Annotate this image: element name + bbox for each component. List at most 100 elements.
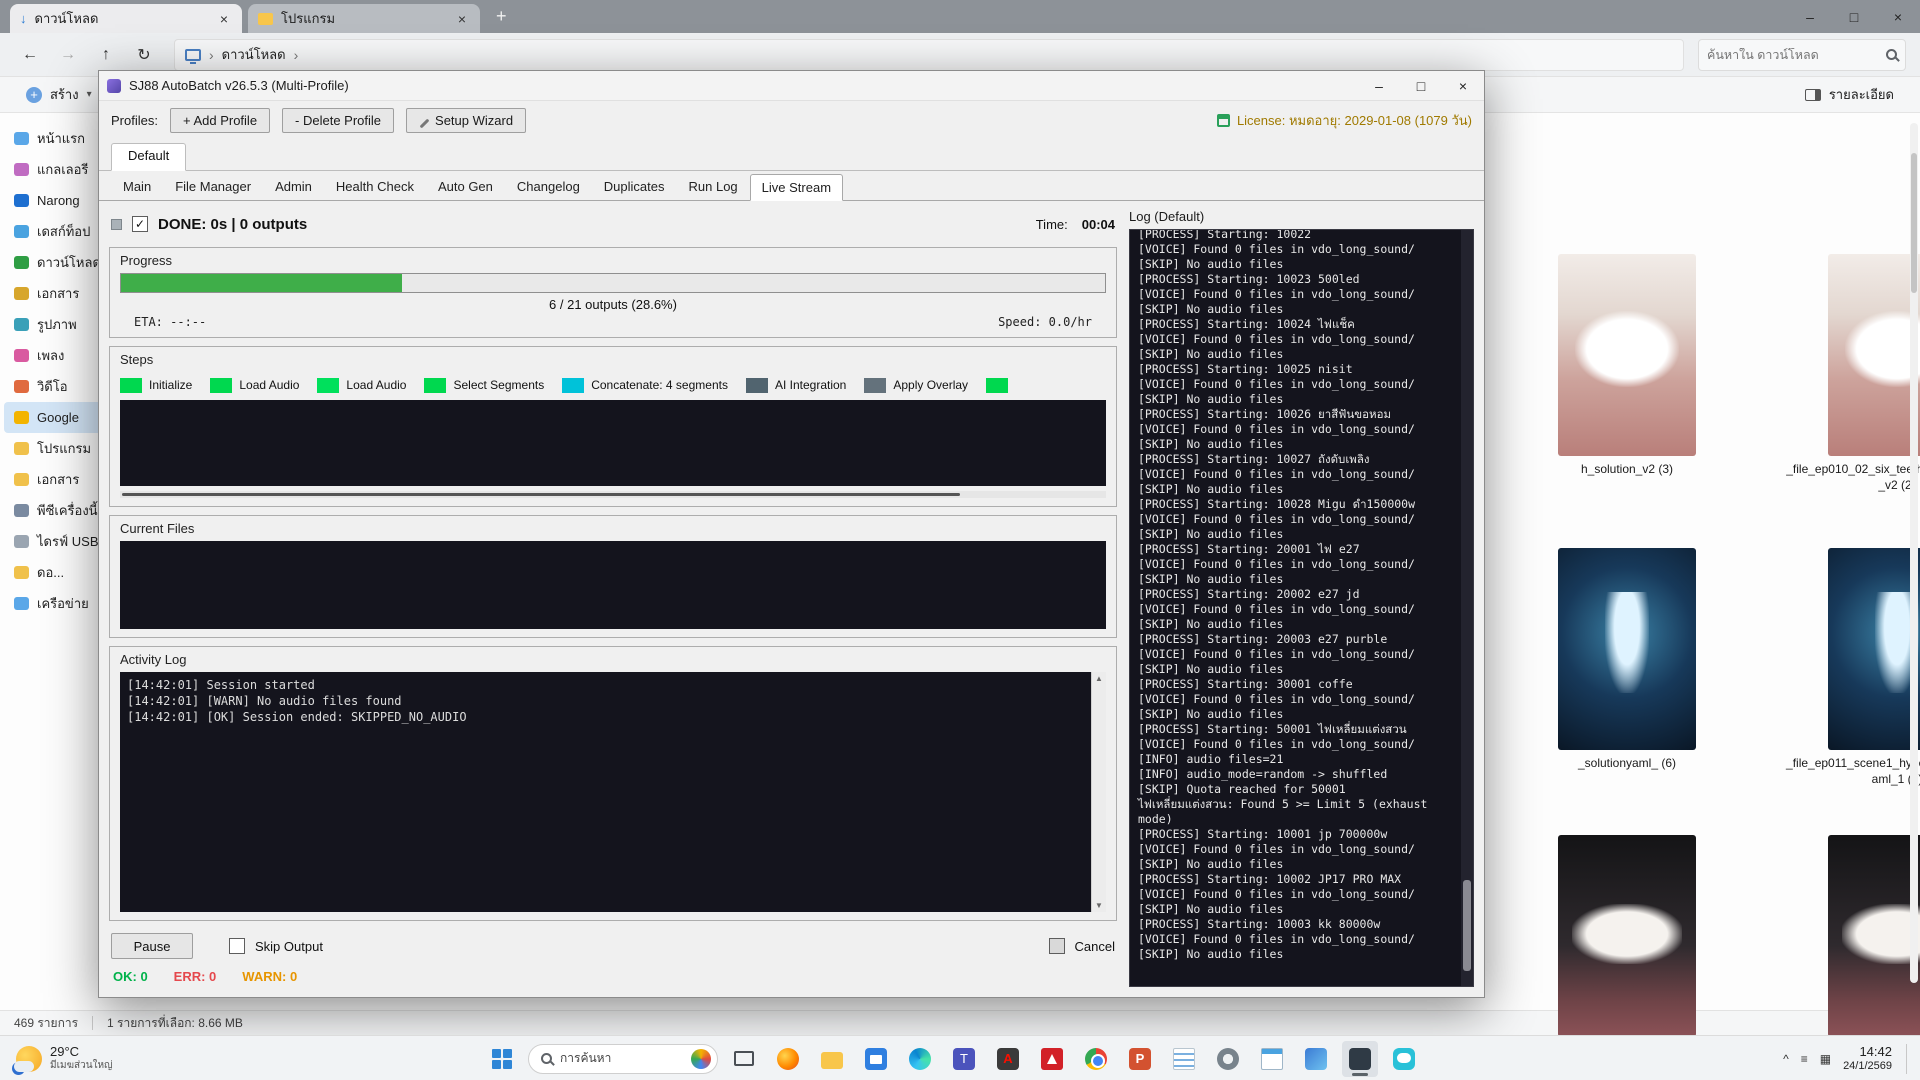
taskbar-powerpoint-button[interactable]: P: [1122, 1041, 1158, 1077]
close-tab-icon[interactable]: ×: [454, 11, 470, 27]
weather-widget[interactable]: 2 29°C มีเมฆส่วนใหญ่: [8, 1036, 121, 1080]
setup-wizard-button[interactable]: Setup Wizard: [406, 108, 526, 133]
taskbar-notepad-button[interactable]: [1254, 1041, 1290, 1077]
tray-app-icon[interactable]: ▦: [1820, 1052, 1831, 1066]
activity-log-console[interactable]: [14:42:01] Session started[14:42:01] [WA…: [120, 672, 1091, 912]
scrollbar-thumb[interactable]: [122, 493, 960, 496]
show-desktop-button[interactable]: [1906, 1044, 1910, 1074]
activity-log-group: Activity Log [14:42:01] Session started[…: [109, 646, 1117, 921]
log-line: [SKIP] No audio files: [1138, 947, 1453, 962]
cancel-checkbox[interactable]: [1049, 938, 1065, 954]
tab-file-manager[interactable]: File Manager: [163, 173, 263, 200]
tab-live-stream[interactable]: Live Stream: [750, 174, 843, 201]
new-tab-button[interactable]: +: [486, 6, 517, 27]
file-item[interactable]: h_solution_v2 (3): [1558, 254, 1696, 478]
breadcrumb[interactable]: › ดาวน์โหลด ›: [174, 39, 1684, 71]
pause-button[interactable]: Pause: [111, 933, 193, 959]
log-line: [PROCESS] Starting: 50001 ไฟเหลี่ยมแต่งส…: [1138, 722, 1453, 737]
forward-button[interactable]: →: [52, 40, 84, 70]
tray-chevron-icon[interactable]: ^: [1783, 1052, 1789, 1066]
taskbar-autobatch-button[interactable]: [1342, 1041, 1378, 1077]
maximize-button[interactable]: □: [1832, 0, 1876, 33]
file-item[interactable]: _ution_v2yaml_ (8): [1558, 835, 1696, 1059]
explorer-scrollbar[interactable]: [1910, 123, 1918, 983]
explorer-tab-programs[interactable]: โปรแกรม ×: [248, 4, 480, 33]
file-item[interactable]: _file_ep011_scene1_hyperloop_problemyaml…: [1828, 548, 1920, 787]
log-line: [SKIP] No audio files: [1138, 857, 1453, 872]
maximize-button[interactable]: □: [1400, 71, 1442, 101]
profile-tab-default[interactable]: Default: [111, 143, 186, 171]
activity-log-scrollbar[interactable]: ▲ ▼: [1091, 672, 1106, 912]
sidebar-item-label: รูปภาพ: [37, 314, 77, 335]
step-label: Apply Overlay: [893, 378, 968, 392]
close-button[interactable]: ×: [1442, 71, 1484, 101]
log-line: [VOICE] Found 0 files in vdo_long_sound/: [1138, 557, 1453, 572]
taskbar-firefox-button[interactable]: [770, 1041, 806, 1077]
start-button[interactable]: [484, 1041, 520, 1077]
scrollbar-thumb[interactable]: [1463, 880, 1471, 971]
taskbar-search[interactable]: การค้นหา: [528, 1044, 718, 1074]
delete-profile-button[interactable]: - Delete Profile: [282, 108, 394, 133]
refresh-button[interactable]: ↻: [128, 40, 160, 70]
details-button[interactable]: รายละเอียด: [1795, 80, 1904, 109]
cancel-label: Cancel: [1075, 939, 1115, 954]
taskbar-photos-button[interactable]: [1298, 1041, 1334, 1077]
file-item[interactable]: _solutionyaml_ (6): [1558, 548, 1696, 772]
add-profile-button[interactable]: + Add Profile: [170, 108, 270, 133]
taskbar-acrobat-button[interactable]: A: [990, 1041, 1026, 1077]
log-line: [VOICE] Found 0 files in vdo_long_sound/: [1138, 287, 1453, 302]
autobatch-title-bar[interactable]: SJ88 AutoBatch v26.5.3 (Multi-Profile) –…: [99, 71, 1484, 101]
minimize-button[interactable]: –: [1358, 71, 1400, 101]
close-button[interactable]: ×: [1876, 0, 1920, 33]
taskbar-device-button[interactable]: [726, 1041, 762, 1077]
tab-duplicates[interactable]: Duplicates: [592, 173, 677, 200]
skip-output-checkbox[interactable]: [229, 938, 245, 954]
taskbar-explorer-button[interactable]: [814, 1041, 850, 1077]
taskbar-clock[interactable]: 14:42 24/1/2569: [1843, 1044, 1892, 1074]
tab-admin[interactable]: Admin: [263, 173, 324, 200]
step-color-icon: [210, 378, 232, 393]
tab-auto-gen[interactable]: Auto Gen: [426, 173, 505, 200]
minimize-button[interactable]: –: [1788, 0, 1832, 33]
file-item[interactable]: _file_ep010_02_six_teeth_brush_solution_…: [1828, 254, 1920, 493]
tab-health-check[interactable]: Health Check: [324, 173, 426, 200]
taskbar-store-button[interactable]: [858, 1041, 894, 1077]
taskbar-line-button[interactable]: [1386, 1041, 1422, 1077]
tab-changelog[interactable]: Changelog: [505, 173, 592, 200]
up-button[interactable]: ↑: [90, 40, 122, 70]
taskbar-chrome-button[interactable]: [1078, 1041, 1114, 1077]
search-input[interactable]: [1707, 48, 1886, 62]
ok-counter: OK: 0: [113, 969, 148, 984]
taskbar-word-button[interactable]: [1166, 1041, 1202, 1077]
tab-main[interactable]: Main: [111, 173, 163, 200]
taskbar-teams-button[interactable]: T: [946, 1041, 982, 1077]
taskbar-adobe-button[interactable]: [1034, 1041, 1070, 1077]
explorer-tab-strip: ↓ ดาวน์โหลด × โปรแกรม × + – □ ×: [0, 0, 1920, 33]
explorer-tab-downloads[interactable]: ↓ ดาวน์โหลด ×: [10, 4, 242, 33]
tab-run-log[interactable]: Run Log: [677, 173, 750, 200]
close-tab-icon[interactable]: ×: [216, 11, 232, 27]
scroll-up-icon[interactable]: ▲: [1095, 674, 1103, 683]
log-scrollbar[interactable]: [1461, 230, 1473, 986]
steps-group: Steps InitializeLoad AudioLoad AudioSele…: [109, 346, 1117, 507]
tray-menu-icon[interactable]: ≡: [1801, 1052, 1808, 1066]
done-checkbox[interactable]: ✓: [132, 216, 148, 232]
new-button[interactable]: + สร้าง ▾: [16, 80, 102, 109]
clock-time: 14:42: [1843, 1044, 1892, 1060]
system-tray: ^ ≡ ▦ 14:42 24/1/2569: [1783, 1036, 1910, 1080]
log-line: [SKIP] No audio files: [1138, 527, 1453, 542]
steps-horizontal-scrollbar[interactable]: [120, 491, 1106, 498]
log-line: [SKIP] No audio files: [1138, 617, 1453, 632]
breadcrumb-downloads[interactable]: ดาวน์โหลด: [222, 44, 286, 65]
new-button-label: สร้าง: [50, 84, 79, 105]
scrollbar-thumb[interactable]: [1911, 153, 1917, 293]
log-console[interactable]: [PROCESS] Starting: 10022[VOICE] Found 0…: [1130, 230, 1461, 986]
scroll-down-icon[interactable]: ▼: [1095, 901, 1103, 910]
stop-icon[interactable]: [111, 219, 122, 230]
step-chip: AI Integration: [746, 378, 846, 393]
explorer-search[interactable]: [1698, 39, 1906, 71]
taskbar-edge-button[interactable]: [902, 1041, 938, 1077]
back-button[interactable]: ←: [14, 40, 46, 70]
taskbar-settings-button[interactable]: [1210, 1041, 1246, 1077]
file-thumbnail: [1828, 835, 1920, 1037]
